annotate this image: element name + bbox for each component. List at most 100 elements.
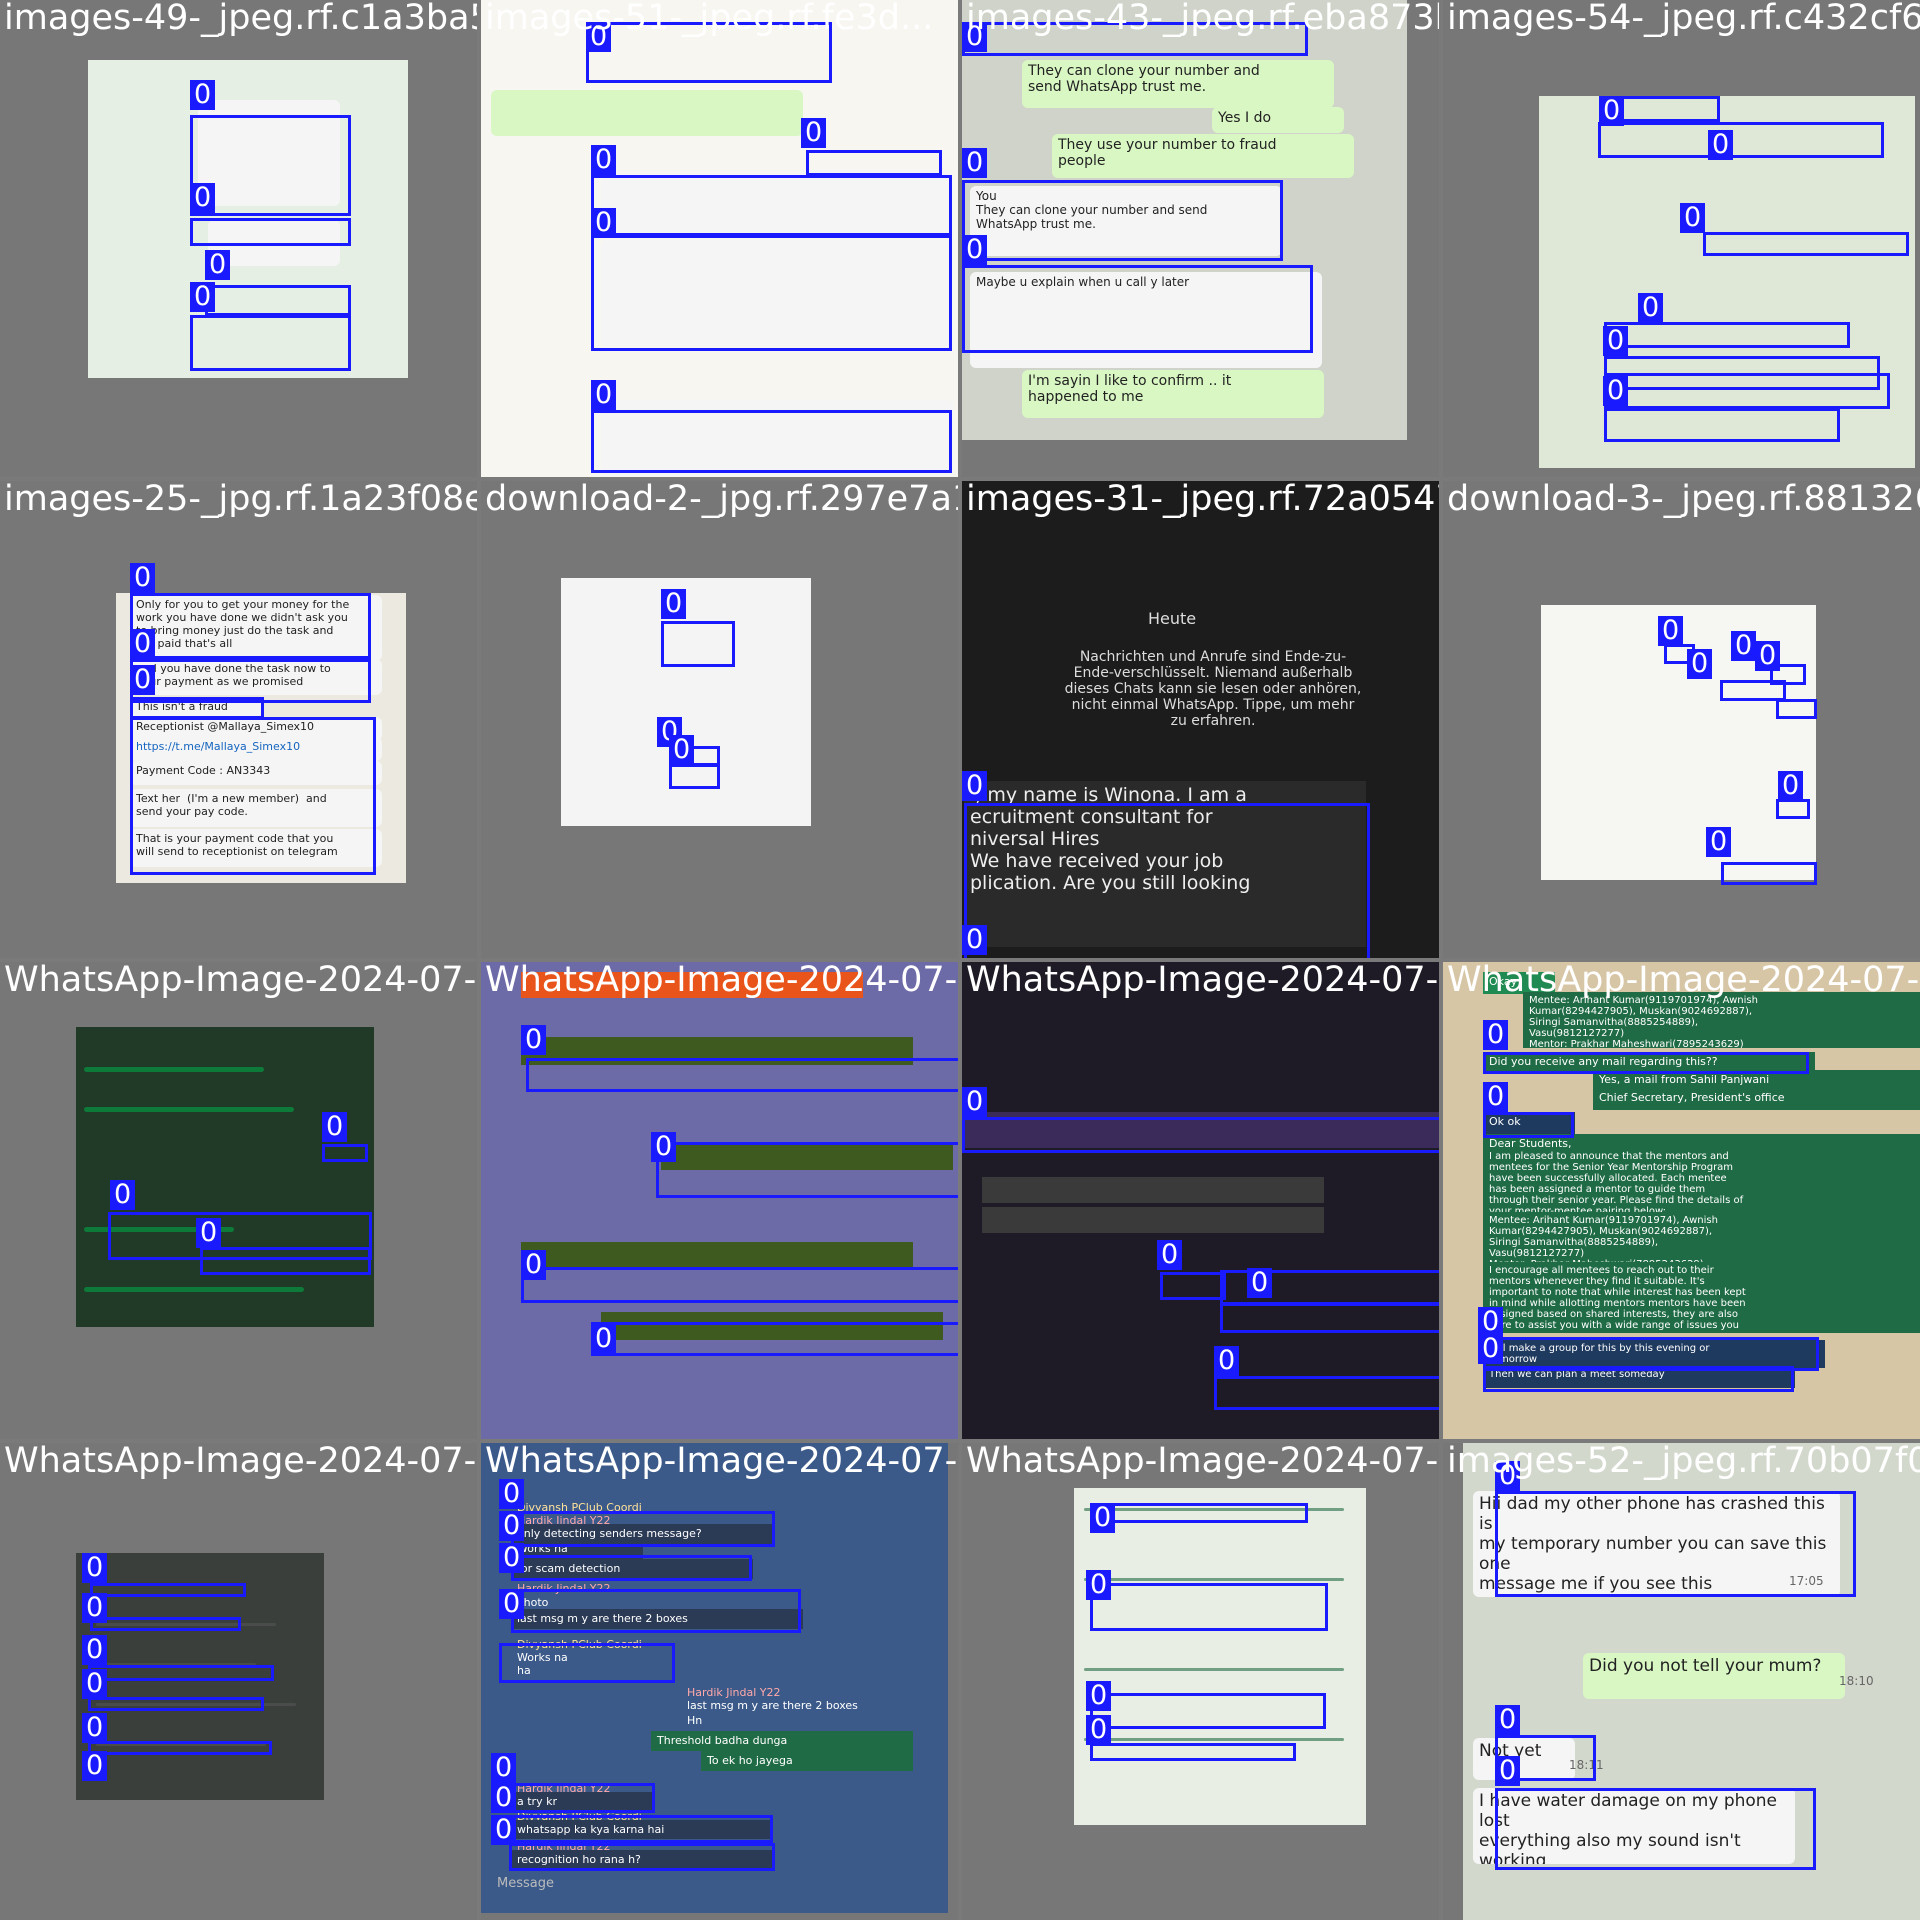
class-label: 0 xyxy=(1478,1334,1504,1364)
detection-box xyxy=(511,1511,775,1547)
message-bubble: Mentee: Arihant Kumar(9119701974), Awnis… xyxy=(1523,992,1920,1048)
tile-16: Hii dad my other phone has crashed this … xyxy=(1443,1443,1920,1920)
tile-2: 0 0 0 0 0 images-51-_jpeg.rf.fe3d... xyxy=(481,0,958,477)
message-bubble: They can clone your number and send What… xyxy=(1022,60,1334,108)
tile-1: 0 0 0 0 images-49-_jpeg.rf.c1a3ba57a591.… xyxy=(0,0,477,477)
message-bubble: I am pleased to announce that the mentor… xyxy=(1483,1148,1920,1218)
class-label: 0 xyxy=(190,80,216,110)
message-bubble: To ek ho jayega xyxy=(701,1751,913,1771)
class-label: 0 xyxy=(591,208,617,238)
class-label: 0 xyxy=(1603,376,1629,406)
detection-box xyxy=(591,175,952,236)
message-bubble: I'm sayin I like to confirm .. it happen… xyxy=(1022,370,1324,418)
chat-screenshot xyxy=(76,1027,374,1327)
class-label: 0 xyxy=(1090,1503,1116,1533)
tile-title: WhatsApp-Image-2024-07-0... xyxy=(485,1443,958,1481)
tile-14: Divyansh PClub Coordi Hardik Jindal Y22 … xyxy=(481,1443,958,1920)
tile-13: 0 0 0 0 0 0 WhatsApp-Image-2024-07-0... xyxy=(0,1443,477,1920)
message-bubble: Mentee: Arihant Kumar(9119701974), Awnis… xyxy=(1483,1212,1920,1268)
detection-box xyxy=(964,803,1370,958)
detection-box xyxy=(1483,1366,1794,1392)
detection-box xyxy=(90,1583,246,1597)
class-label: 0 xyxy=(499,1589,525,1619)
detection-box xyxy=(190,218,351,246)
detection-box xyxy=(205,285,351,316)
detection-box xyxy=(130,593,371,659)
detection-box xyxy=(962,265,1313,353)
class-label: 0 xyxy=(1214,1346,1240,1376)
class-label: 0 xyxy=(1086,1570,1112,1600)
tile-title: WhatsApp-Image-2024-07-0... xyxy=(966,1443,1439,1481)
detection-box xyxy=(1703,232,1909,256)
detection-box xyxy=(509,1783,655,1813)
tile-4: 0 0 0 0 0 0 images-54-_jpeg.rf.c432cf6e xyxy=(1443,0,1920,477)
message-input[interactable]: Message xyxy=(491,1873,703,1897)
tile-12: Okay Mentee: Arihant Kumar(9119701974), … xyxy=(1443,962,1920,1439)
detection-box xyxy=(322,1144,368,1162)
class-label: 0 xyxy=(499,1479,525,1509)
message-bubble: They use your number to fraud people xyxy=(1052,134,1354,178)
tile-6: 0 0 0 download-2-_jpg.rf.297e7a1e644... xyxy=(481,481,958,958)
detection-box xyxy=(1604,373,1890,409)
class-label: 0 xyxy=(1495,1756,1521,1786)
detection-box xyxy=(1495,1788,1816,1870)
class-label: 0 xyxy=(82,1635,108,1665)
tile-title: download-2-_jpg.rf.297e7a1e644... xyxy=(485,481,958,519)
tile-title: images-51-_jpeg.rf.fe3d... xyxy=(485,0,934,38)
tile-title: WhatsApp-Image-2024-07-0... xyxy=(485,962,958,1000)
detection-box xyxy=(1214,1376,1439,1410)
class-label: 0 xyxy=(82,1553,108,1583)
class-label: 0 xyxy=(591,380,617,410)
class-label: 0 xyxy=(196,1218,222,1248)
date-divider: Heute xyxy=(1148,609,1197,628)
message-bubble: Did you not tell your mum? xyxy=(1583,1653,1845,1699)
detection-box xyxy=(130,717,376,875)
class-label: 0 xyxy=(1778,771,1804,801)
tile-title: images-43-_jpeg.rf.eba873bb... xyxy=(966,0,1439,38)
class-label: 0 xyxy=(591,145,617,175)
class-label: 0 xyxy=(1755,641,1781,671)
message-bubble: Threshold badha dunga xyxy=(651,1731,913,1751)
detection-box xyxy=(509,1815,773,1843)
detection-box xyxy=(88,1697,264,1711)
class-label: 0 xyxy=(1599,96,1625,126)
class-label: 0 xyxy=(1157,1240,1183,1270)
detection-box xyxy=(806,150,942,176)
tile-5: Only for you to get your money for the w… xyxy=(0,481,477,958)
detection-box xyxy=(1720,680,1786,701)
class-label: 0 xyxy=(82,1593,108,1623)
tile-title: images-25-_jpg.rf.1a23f08e2d... xyxy=(4,481,477,519)
class-label: 0 xyxy=(962,771,988,801)
class-label: 0 xyxy=(1638,293,1664,323)
class-label: 0 xyxy=(1247,1268,1273,1298)
tile-title: images-54-_jpeg.rf.c432cf6e xyxy=(1447,0,1920,38)
class-label: 0 xyxy=(130,563,156,593)
class-label: 0 xyxy=(801,118,827,148)
tile-8: 0 0 0 0 0 0 download-3-_jpeg.rf.881326e1 xyxy=(1443,481,1920,958)
class-label: 0 xyxy=(1658,616,1684,646)
class-label: 0 xyxy=(82,1751,108,1781)
message-bubble: Yes I do xyxy=(1212,107,1344,133)
detection-box xyxy=(591,235,952,351)
detection-box xyxy=(1721,862,1817,885)
class-label: 0 xyxy=(190,183,216,213)
class-label: 0 xyxy=(130,665,156,695)
class-label: 0 xyxy=(491,1753,517,1783)
detection-box xyxy=(656,1142,958,1198)
detection-box xyxy=(1776,699,1817,719)
detection-box xyxy=(1090,1503,1308,1523)
tile-title: WhatsApp-Image-2024-07-0... xyxy=(4,1443,477,1481)
encryption-notice[interactable]: Nachrichten und Anrufe sind Ende-zu- End… xyxy=(1002,646,1424,752)
tile-7: Heute Nachrichten und Anrufe sind Ende-z… xyxy=(962,481,1439,958)
detection-box xyxy=(1604,322,1850,348)
detection-box xyxy=(499,1643,675,1683)
class-label: 0 xyxy=(499,1511,525,1541)
tile-3: They can clone your number and send What… xyxy=(962,0,1439,477)
class-label: 0 xyxy=(669,735,695,765)
class-label: 0 xyxy=(82,1669,108,1699)
detection-box xyxy=(1604,408,1840,442)
class-label: 0 xyxy=(591,1324,617,1354)
detection-box xyxy=(661,621,735,667)
class-label: 0 xyxy=(130,629,156,659)
detection-box xyxy=(190,315,351,371)
